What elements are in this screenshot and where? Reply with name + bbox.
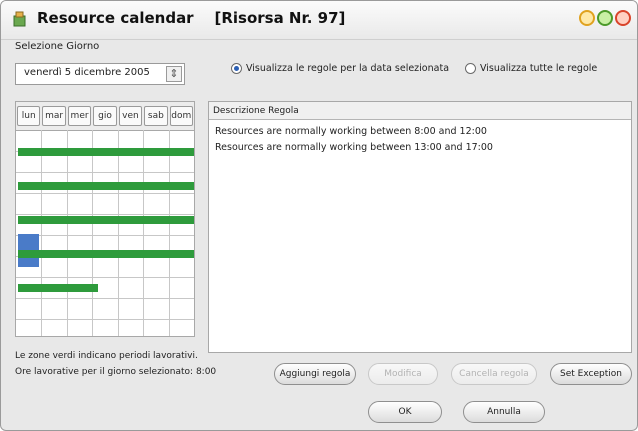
hours-note: Ore lavorative per il giorno selezionato…	[15, 367, 217, 377]
resource-calendar-window: Resource calendar [Risorsa Nr. 97] Selez…	[0, 0, 638, 431]
grid-line	[16, 193, 194, 194]
weekday-header-sab: sab	[144, 106, 168, 126]
working-period-bar	[18, 148, 194, 156]
grid-line	[66, 130, 68, 336]
date-spin-icon[interactable]: ⇕	[166, 66, 182, 82]
add-rule-button[interactable]: Aggiungi regola	[274, 363, 356, 385]
view-selected-date-label: Visualizza le regole per la data selezio…	[246, 63, 450, 74]
grid-line	[92, 130, 94, 336]
resource-calendar-icon	[13, 11, 26, 27]
close-icon[interactable]	[615, 10, 631, 26]
modify-button[interactable]: Modifica	[368, 363, 438, 385]
weekday-header-ven: ven	[118, 106, 143, 126]
grid-line	[117, 130, 119, 336]
working-period-bar	[18, 216, 194, 224]
grid-line	[16, 319, 194, 320]
working-period-bar	[18, 182, 194, 190]
weekday-header-mar: mar	[42, 106, 66, 126]
maximize-icon[interactable]	[597, 10, 613, 26]
week-calendar-grid[interactable]: lun mar mer gio ven sab dom	[15, 101, 195, 337]
weekday-header-lun: lun	[17, 106, 41, 126]
cancel-button[interactable]: Annulla	[463, 401, 545, 423]
date-value: venerdì 5 dicembre 2005	[24, 67, 150, 78]
weekday-header-mer: mer	[67, 106, 92, 126]
grid-line	[16, 214, 194, 215]
grid-line	[16, 277, 194, 278]
rules-list[interactable]: Descrizione Regola Resources are normall…	[208, 101, 632, 353]
title-bar: Resource calendar [Risorsa Nr. 97]	[1, 1, 637, 40]
weekday-header-gio: gio	[93, 106, 117, 126]
radio-unselected-icon	[465, 63, 476, 74]
view-all-rules-radio[interactable]: Visualizza tutte le regole	[465, 63, 597, 74]
radio-selected-icon	[231, 63, 242, 74]
rules-list-header: Descrizione Regola	[209, 102, 631, 120]
date-field[interactable]: venerdì 5 dicembre 2005 ⇕	[15, 63, 185, 85]
legend-note: Le zone verdi indicano periodi lavorativ…	[15, 351, 198, 361]
rule-row[interactable]: Resources are normally working between 8…	[215, 126, 487, 137]
weekday-header-dom: dom	[169, 106, 193, 126]
ok-button[interactable]: OK	[368, 401, 442, 423]
working-period-bar	[18, 284, 98, 292]
grid-line	[16, 235, 194, 236]
grid-line	[41, 130, 43, 336]
delete-rule-button[interactable]: Cancella regola	[451, 363, 537, 385]
grid-line	[143, 130, 145, 336]
grid-line	[16, 172, 194, 173]
day-selector-label: Selezione Giorno	[15, 41, 100, 52]
rule-row[interactable]: Resources are normally working between 1…	[215, 142, 493, 153]
working-period-bar	[18, 250, 194, 258]
grid-line	[168, 130, 170, 336]
grid-line	[16, 298, 194, 299]
window-title: Resource calendar [Risorsa Nr. 97]	[37, 9, 346, 27]
minimize-icon[interactable]	[579, 10, 595, 26]
weekday-header: lun mar mer gio ven sab dom	[16, 102, 194, 131]
set-exception-button[interactable]: Set Exception	[550, 363, 632, 385]
view-selected-date-radio[interactable]: Visualizza le regole per la data selezio…	[231, 63, 449, 74]
view-all-rules-label: Visualizza tutte le regole	[480, 63, 598, 74]
